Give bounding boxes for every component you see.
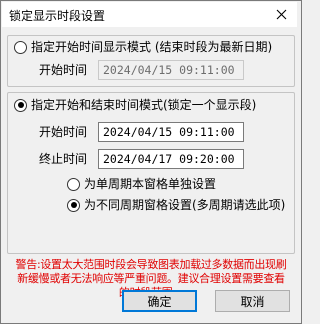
radio-single-period-label: 为单周期本窗格单独设置 [84,177,217,191]
radio-single-period[interactable]: 为单周期本窗格单独设置 [67,176,216,192]
radio-range-mode[interactable]: 指定开始和结束时间模式(锁定一个显示段) [14,97,256,113]
lock-period-dialog: 锁定显示时段设置 指定开始时间显示模式 (结束时段为最新日期) 开始时间 202… [0,0,302,324]
latest-start-input[interactable]: 2024/04/15 09:11:00 [98,60,244,80]
range-start-input[interactable]: 2024/04/15 09:11:00 [98,122,244,142]
range-end-input[interactable]: 2024/04/17 09:20:00 [98,149,244,169]
radio-multi-period-label: 为不同周期窗格设置(多周期请选此项) [84,198,286,212]
ok-button[interactable]: 确定 [122,290,197,312]
title-bar: 锁定显示时段设置 [2,2,297,27]
radio-latest-mode-label: 指定开始时间显示模式 (结束时段为最新日期) [31,40,273,54]
dialog-title: 锁定显示时段设置 [9,9,106,23]
group-range-mode [7,92,295,254]
radio-latest-mode-indicator [14,40,27,54]
radio-multi-period-indicator [67,198,80,212]
close-button[interactable] [265,2,297,27]
latest-start-label: 开始时间 [39,63,88,77]
radio-range-mode-label: 指定开始和结束时间模式(锁定一个显示段) [31,98,257,112]
close-icon [276,9,286,20]
range-end-label: 终止时间 [39,152,88,166]
radio-single-period-indicator [67,177,80,191]
radio-multi-period[interactable]: 为不同周期窗格设置(多周期请选此项) [67,197,285,213]
cancel-button[interactable]: 取消 [215,290,290,312]
range-start-label: 开始时间 [39,125,88,139]
radio-range-mode-indicator [14,98,27,112]
radio-latest-mode[interactable]: 指定开始时间显示模式 (结束时段为最新日期) [14,39,272,55]
